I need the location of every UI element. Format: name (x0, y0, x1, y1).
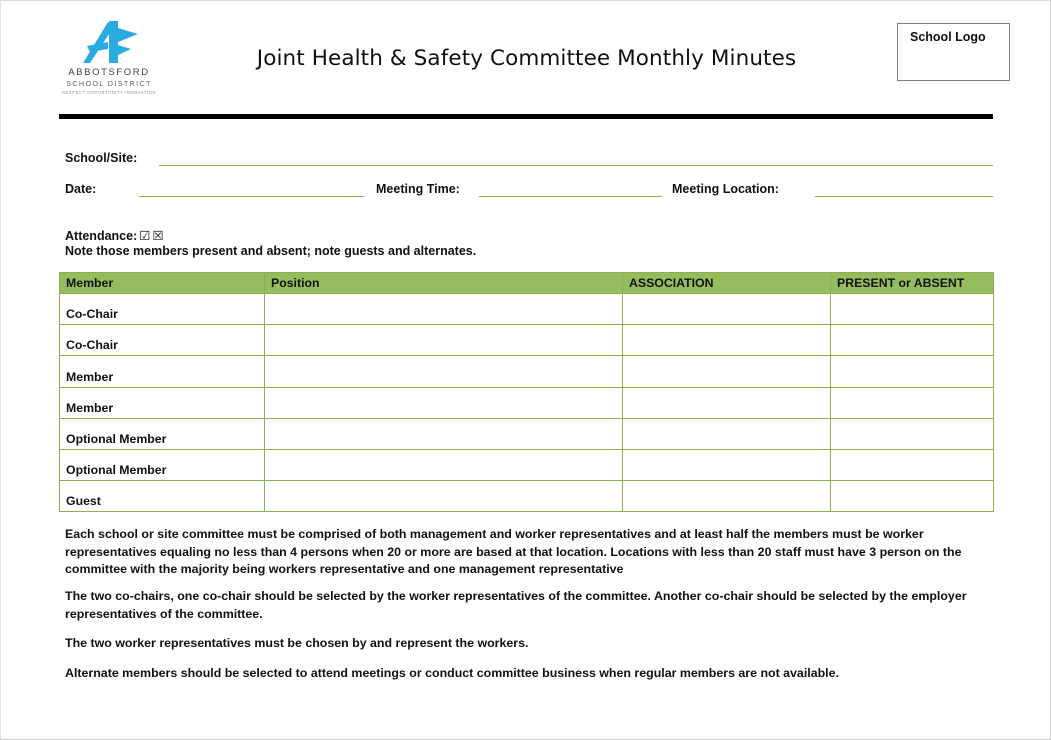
table-row: Optional Member (59, 448, 994, 482)
cell-position[interactable] (264, 355, 623, 388)
attendance-note: Note those members present and absent; n… (65, 244, 477, 258)
cell-present-or-absent[interactable] (830, 292, 994, 326)
attendance-heading: Attendance: ☑ ☒ (65, 228, 164, 243)
column-header-present-or-absent: PRESENT or ABSENT (830, 272, 994, 294)
table-row: Optional Member (59, 417, 994, 450)
cell-position[interactable] (264, 448, 623, 482)
cell-present-or-absent[interactable] (830, 448, 994, 482)
table-row: Co-Chair (59, 292, 994, 326)
document-header: ABBOTSFORD SCHOOL DISTRICT RESPECT OPPOR… (1, 1, 1051, 109)
cell-position[interactable] (264, 292, 623, 326)
document-page: ABBOTSFORD SCHOOL DISTRICT RESPECT OPPOR… (0, 0, 1051, 740)
cell-association[interactable] (622, 417, 831, 450)
crossed-box-icon: ☒ (152, 228, 164, 243)
cell-position[interactable] (264, 417, 623, 450)
cell-association[interactable] (622, 386, 831, 419)
column-header-position: Position (264, 272, 623, 294)
cell-present-or-absent[interactable] (830, 324, 994, 357)
cell-member: Member (59, 355, 265, 388)
cell-position[interactable] (264, 324, 623, 357)
cell-association[interactable] (622, 355, 831, 388)
cell-association[interactable] (622, 480, 831, 513)
school-site-input[interactable] (159, 165, 993, 166)
attendance-table: Member Position ASSOCIATION PRESENT or A… (59, 272, 994, 513)
cell-present-or-absent[interactable] (830, 480, 994, 513)
table-row: Member (59, 355, 994, 388)
table-row: Co-Chair (59, 324, 994, 357)
cell-position[interactable] (264, 386, 623, 419)
cell-association[interactable] (622, 292, 831, 326)
cell-position[interactable] (264, 480, 623, 513)
cell-association[interactable] (622, 324, 831, 357)
cell-association[interactable] (622, 448, 831, 482)
cell-present-or-absent[interactable] (830, 417, 994, 450)
cell-member: Member (59, 386, 265, 419)
district-logo-tagline: RESPECT OPPORTUNITY INNOVATION (61, 90, 157, 95)
alternate-members-paragraph: Alternate members should be selected to … (65, 666, 839, 680)
cell-member: Optional Member (59, 448, 265, 482)
checked-box-icon: ☑ (139, 228, 151, 243)
cell-present-or-absent[interactable] (830, 355, 994, 388)
school-site-label: School/Site: (65, 151, 138, 165)
date-label: Date: (65, 182, 97, 196)
district-logo-subtitle: SCHOOL DISTRICT (66, 79, 152, 88)
meeting-location-label: Meeting Location: (672, 182, 779, 196)
table-row: Member (59, 386, 994, 419)
date-input[interactable] (139, 196, 364, 197)
committee-composition-paragraph: Each school or site committee must be co… (65, 527, 962, 576)
attendance-label: Attendance: (65, 229, 138, 243)
column-header-association: ASSOCIATION (622, 272, 831, 294)
cell-member: Co-Chair (59, 324, 265, 357)
cell-member: Co-Chair (59, 292, 265, 326)
table-row: Guest (59, 480, 994, 513)
page-title: Joint Health & Safety Committee Monthly … (256, 46, 797, 71)
school-logo-placeholder-box: School Logo (897, 23, 1010, 81)
meeting-time-input[interactable] (479, 196, 662, 197)
meeting-location-input[interactable] (815, 196, 993, 197)
cell-member: Optional Member (59, 417, 265, 450)
co-chairs-paragraph: The two co-chairs, one co-chair should b… (65, 589, 967, 621)
header-divider (59, 114, 993, 119)
column-header-member: Member (59, 272, 265, 294)
school-logo-placeholder-label: School Logo (910, 30, 986, 44)
cell-present-or-absent[interactable] (830, 386, 994, 419)
table-header-row: Member Position ASSOCIATION PRESENT or A… (59, 272, 994, 294)
cell-member: Guest (59, 480, 265, 513)
meeting-time-label: Meeting Time: (376, 182, 460, 196)
worker-representatives-paragraph: The two worker representatives must be c… (65, 636, 529, 650)
